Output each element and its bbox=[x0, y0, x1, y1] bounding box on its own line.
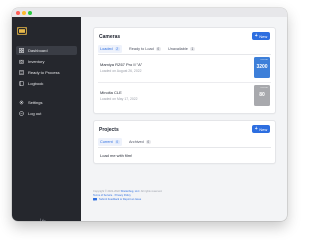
list-icon bbox=[19, 70, 24, 75]
camera-name: Mamiya RZ67 Pro II "A" bbox=[100, 62, 143, 67]
chat-icon bbox=[93, 198, 97, 202]
cameras-title: Cameras bbox=[99, 34, 121, 40]
camera-loaded-date: Loaded on May 17, 2022 bbox=[100, 97, 138, 101]
book-icon bbox=[19, 81, 24, 86]
new-camera-label: New bbox=[259, 33, 268, 39]
new-project-label: New bbox=[259, 126, 268, 132]
projects-tabs: Current 0 Archived 0 bbox=[98, 138, 271, 146]
tab-count-badge: 2 bbox=[114, 46, 120, 52]
feedback-line: Submit Feedback or Report an Issue bbox=[93, 198, 276, 202]
projects-empty-message: Load me with film! bbox=[100, 153, 133, 158]
projects-title: Projects bbox=[99, 127, 119, 133]
collapse-icon[interactable] bbox=[40, 218, 46, 221]
legal-links: Terms of Service · Privacy Policy bbox=[93, 194, 276, 198]
camera-name: Minolta CLE bbox=[100, 90, 122, 95]
tab-label: Ready to Load bbox=[129, 47, 154, 51]
tab-count-badge: 0 bbox=[155, 46, 161, 52]
tab-ready-to-load[interactable]: Ready to Load 0 bbox=[127, 45, 163, 53]
film-brand-label: ILFORD bbox=[260, 59, 268, 61]
tab-label: Archived bbox=[129, 140, 144, 144]
projects-card: Projects + New Current 0 Archived 0 Load… bbox=[93, 120, 276, 164]
copyright-prefix: Copyright © 2021-2022 bbox=[93, 190, 120, 193]
tabs-divider bbox=[98, 147, 271, 148]
new-camera-button[interactable]: + New bbox=[252, 32, 270, 40]
tab-current[interactable]: Current 0 bbox=[98, 138, 122, 146]
tab-label: Current bbox=[100, 140, 113, 144]
film-box-thumbnail: ILFORD 3200 bbox=[254, 57, 270, 78]
grid-icon bbox=[19, 48, 24, 53]
feedback-link[interactable]: Submit Feedback or Report an Issue bbox=[99, 198, 141, 202]
cameras-tabs: Loaded 2 Ready to Load 0 Unavailable 1 bbox=[98, 45, 271, 53]
tab-loaded[interactable]: Loaded 2 bbox=[98, 45, 122, 53]
plus-icon: + bbox=[254, 125, 258, 132]
film-brand-label: ILFORD bbox=[260, 87, 268, 89]
cameras-card: Cameras + New Loaded 2 Ready to Load 0 U… bbox=[93, 27, 276, 114]
sidebar-item-label: Inventory bbox=[28, 59, 45, 64]
film-frame-icon bbox=[17, 27, 27, 35]
film-iso-label: 3200 bbox=[256, 64, 268, 70]
terms-link[interactable]: Terms of Service bbox=[93, 194, 112, 197]
sidebar-item-dashboard[interactable]: Dashboard bbox=[16, 46, 77, 55]
tab-label: Loaded bbox=[100, 47, 113, 51]
sidebar-item-inventory[interactable]: Inventory bbox=[16, 57, 77, 66]
footer: Copyright © 2021-2022 Shutterbug, LLC. A… bbox=[93, 190, 276, 202]
sidebar-item-label: Ready to Process bbox=[28, 70, 60, 75]
privacy-link[interactable]: Privacy Policy bbox=[115, 194, 131, 197]
tab-label: Unavailable bbox=[168, 47, 188, 51]
sidebar-item-label: Log out bbox=[28, 111, 42, 116]
tab-archived[interactable]: Archived 0 bbox=[127, 138, 153, 146]
minimize-window-button[interactable] bbox=[22, 10, 26, 15]
sidebar-item-label: Settings bbox=[28, 100, 43, 105]
camera-icon bbox=[19, 59, 24, 64]
sidebar-item-ready-to-process[interactable]: Ready to Process bbox=[16, 68, 77, 77]
copyright-suffix: . All rights reserved. bbox=[139, 190, 163, 193]
film-box-thumbnail: ILFORD 80 bbox=[254, 85, 270, 106]
plus-icon: + bbox=[254, 32, 258, 39]
tab-count-badge: 0 bbox=[145, 139, 151, 145]
tab-count-badge: 0 bbox=[114, 139, 120, 145]
camera-loaded-date: Loaded on August 26, 2022 bbox=[100, 69, 142, 73]
sidebar-item-label: Logbook bbox=[28, 81, 44, 86]
close-window-button[interactable] bbox=[16, 10, 20, 15]
app-window: Dashboard Inventory Ready to Process Log… bbox=[12, 8, 287, 221]
camera-row[interactable]: Minolta CLE Loaded on May 17, 2022 ILFOR… bbox=[94, 82, 275, 110]
film-iso-label: 80 bbox=[259, 92, 265, 98]
sidebar: Dashboard Inventory Ready to Process Log… bbox=[12, 17, 81, 221]
sidebar-item-label: Dashboard bbox=[28, 48, 48, 53]
sidebar-item-settings[interactable]: Settings bbox=[16, 98, 77, 107]
tab-count-badge: 1 bbox=[189, 46, 195, 52]
main-content: Cameras + New Loaded 2 Ready to Load 0 U… bbox=[81, 17, 287, 221]
title-bar bbox=[12, 8, 287, 17]
logout-icon bbox=[19, 111, 24, 116]
gear-icon bbox=[19, 100, 24, 105]
maximize-window-button[interactable] bbox=[28, 10, 32, 15]
camera-row[interactable]: Mamiya RZ67 Pro II "A" Loaded on August … bbox=[94, 54, 275, 82]
new-project-button[interactable]: + New bbox=[252, 125, 270, 133]
sidebar-item-log-out[interactable]: Log out bbox=[16, 109, 77, 118]
company-link[interactable]: Shutterbug, LLC bbox=[121, 190, 140, 193]
tab-unavailable[interactable]: Unavailable 1 bbox=[166, 45, 197, 53]
sidebar-item-logbook[interactable]: Logbook bbox=[16, 79, 77, 88]
